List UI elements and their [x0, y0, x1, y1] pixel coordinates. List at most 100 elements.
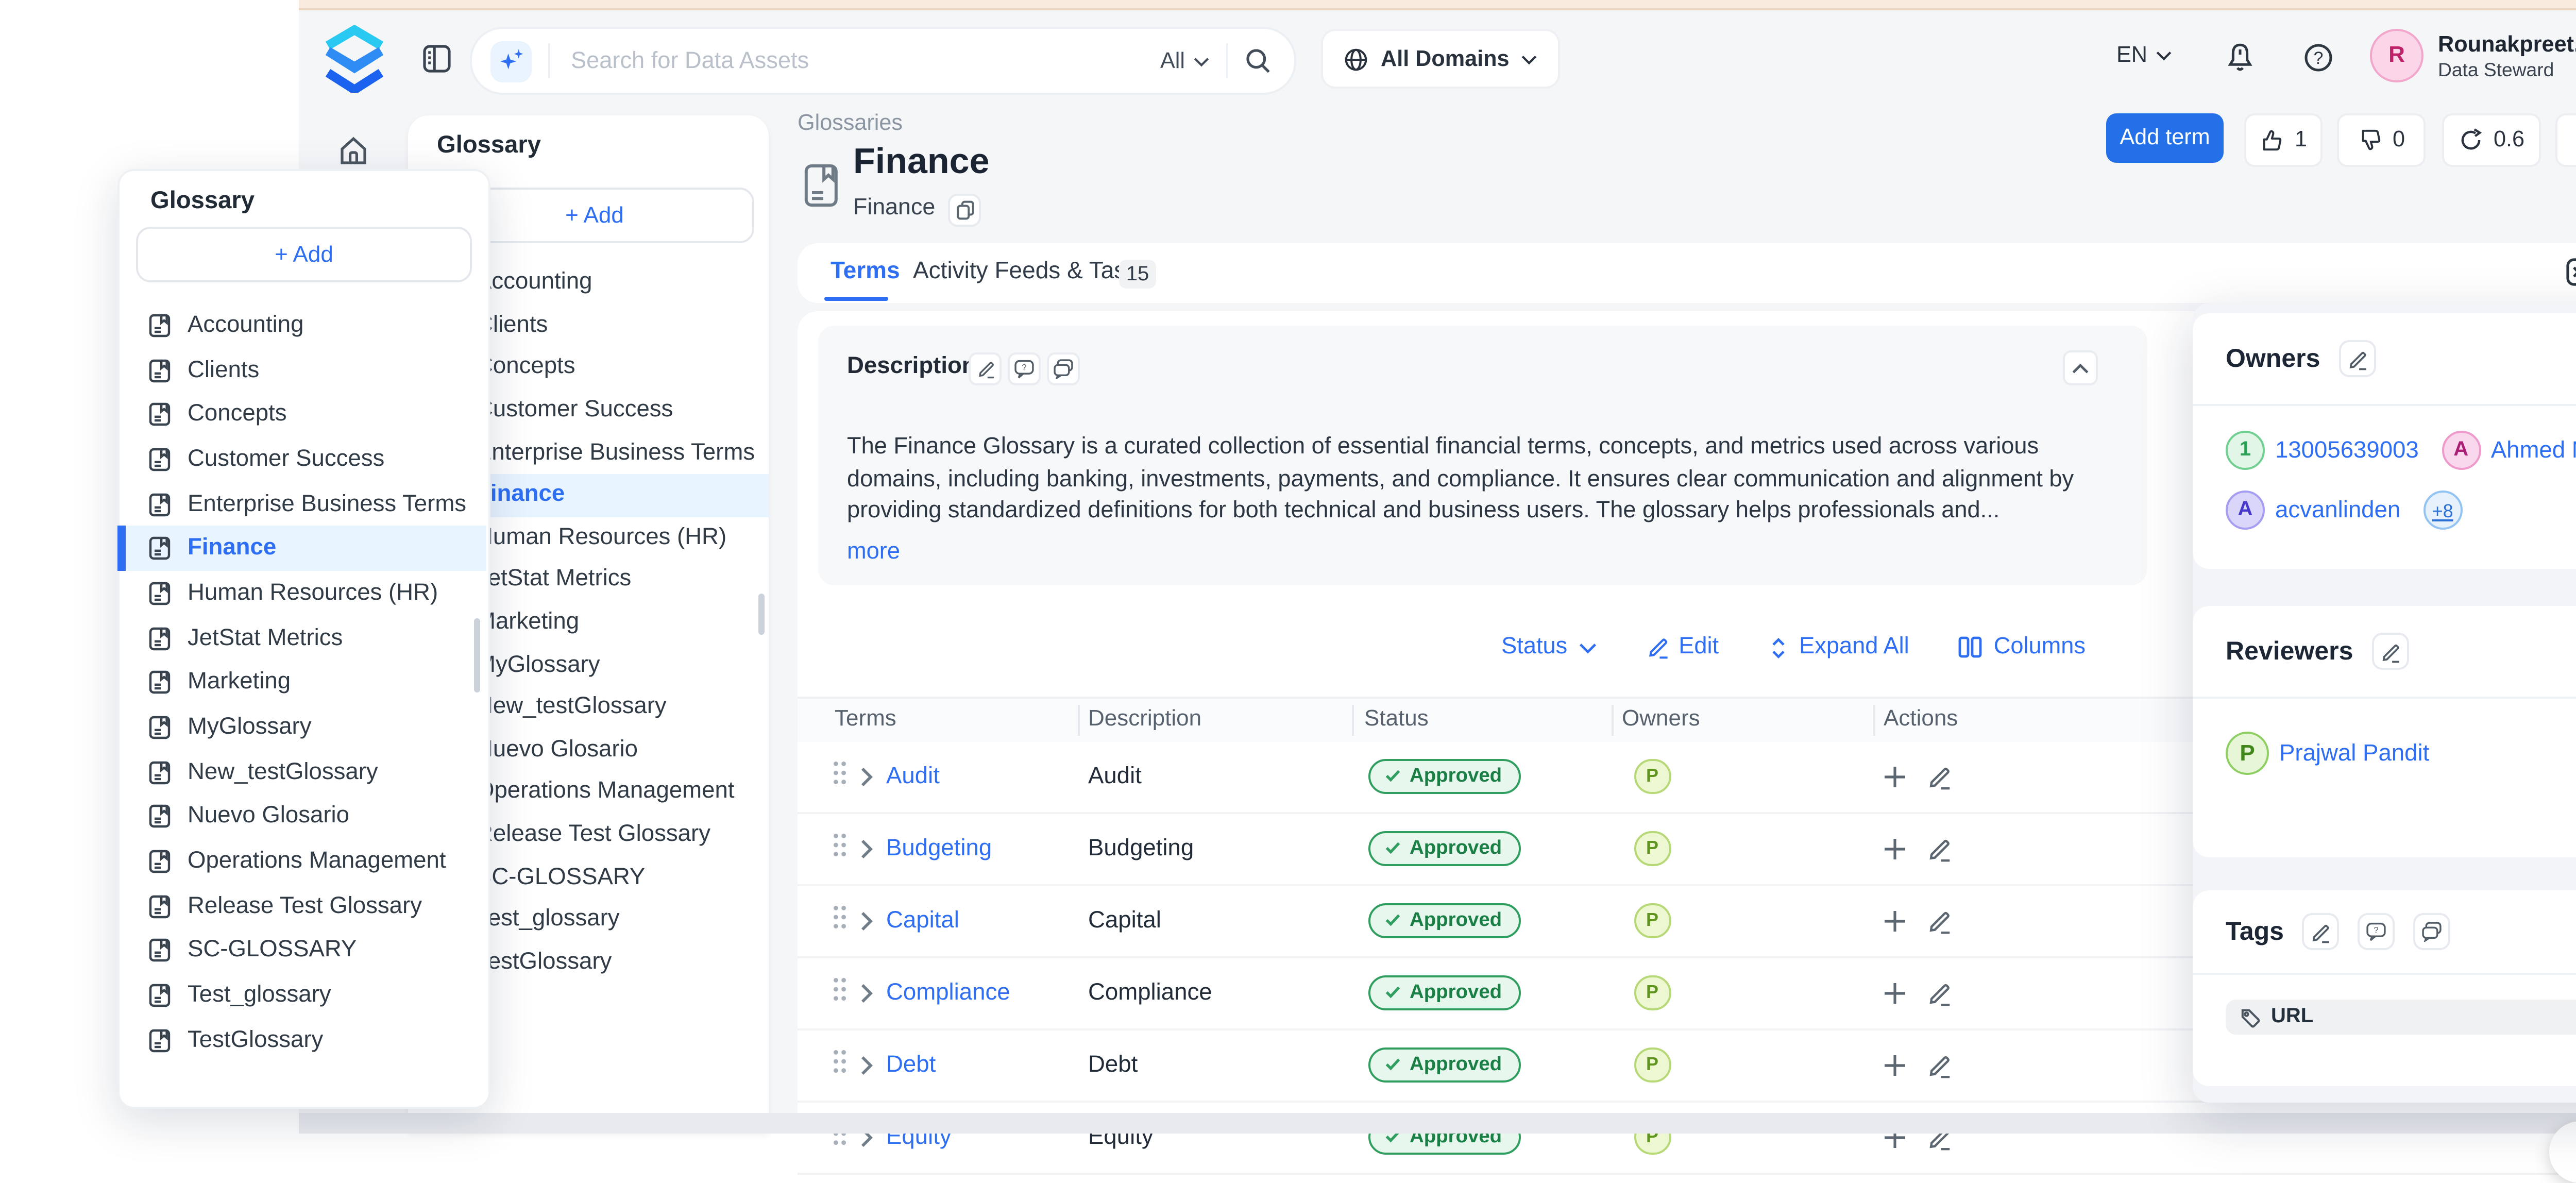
- popup-glossary-item[interactable]: Test_glossary: [117, 973, 486, 1018]
- expand-all-button[interactable]: Expand All: [1768, 634, 1909, 661]
- drag-handle[interactable]: [833, 902, 847, 939]
- expand-row-button[interactable]: [859, 838, 874, 858]
- popup-glossary-item[interactable]: Clients: [117, 348, 486, 393]
- owner-avatar[interactable]: P: [1634, 902, 1670, 938]
- global-search-bar[interactable]: All: [470, 27, 1296, 95]
- edit-term-button[interactable]: [1927, 907, 1952, 934]
- column-header-terms[interactable]: Terms: [835, 707, 896, 732]
- downvote-button[interactable]: 0: [2337, 113, 2426, 167]
- drag-handle[interactable]: [833, 1046, 847, 1083]
- tag-conversations-button[interactable]: [2414, 913, 2451, 950]
- edit-tags-button[interactable]: [2302, 913, 2340, 950]
- drag-handle[interactable]: [833, 830, 847, 867]
- expand-row-button[interactable]: [859, 910, 874, 931]
- popup-glossary-item[interactable]: New_testGlossary: [117, 750, 486, 795]
- collapse-description-button[interactable]: [2063, 350, 2098, 385]
- drag-handle[interactable]: [833, 974, 847, 1011]
- column-header-status[interactable]: Status: [1364, 707, 1429, 732]
- more-actions-button[interactable]: [2555, 113, 2576, 167]
- owner-avatar[interactable]: P: [1634, 758, 1670, 794]
- term-link[interactable]: Capital: [886, 908, 959, 933]
- term-link[interactable]: Debt: [886, 1052, 936, 1077]
- ai-sparkle-icon[interactable]: [490, 40, 532, 81]
- popup-glossary-item[interactable]: TestGlossary: [117, 1018, 486, 1063]
- app-logo[interactable]: [324, 25, 385, 103]
- request-description-button[interactable]: ?: [1008, 352, 1041, 385]
- breadcrumb[interactable]: Glossaries: [798, 111, 903, 136]
- add-child-term-button[interactable]: [1882, 1051, 1908, 1078]
- search-input[interactable]: [567, 46, 1160, 75]
- copy-name-button[interactable]: [948, 194, 981, 227]
- column-header-actions[interactable]: Actions: [1884, 707, 1958, 732]
- more-owners-chip[interactable]: +8: [2423, 491, 2462, 530]
- popup-glossary-item[interactable]: Marketing: [117, 661, 486, 705]
- status-filter-dropdown[interactable]: Status: [1501, 635, 1596, 660]
- tab-terms[interactable]: Terms: [831, 260, 900, 284]
- tag-chip[interactable]: URL: [2226, 1000, 2576, 1035]
- collapse-right-panel-button[interactable]: [2566, 258, 2576, 297]
- language-selector[interactable]: EN: [2116, 43, 2172, 68]
- popup-glossary-item[interactable]: Finance: [117, 527, 486, 571]
- popup-glossary-item[interactable]: MyGlossary: [117, 705, 486, 750]
- upvote-button[interactable]: 1: [2244, 113, 2323, 167]
- add-child-term-button[interactable]: [1882, 979, 1908, 1006]
- popup-scrollbar[interactable]: [473, 618, 480, 692]
- popup-glossary-item[interactable]: Human Resources (HR): [117, 571, 486, 616]
- edit-owners-button[interactable]: [2338, 340, 2376, 377]
- expand-row-button[interactable]: [859, 1054, 874, 1075]
- owner-entry[interactable]: AAhmed Mohamed: [2442, 431, 2576, 470]
- edit-reviewers-button[interactable]: [2371, 633, 2409, 670]
- edit-table-button[interactable]: Edit: [1646, 635, 1719, 660]
- edit-term-button[interactable]: [1927, 763, 1952, 789]
- search-scope-dropdown[interactable]: All: [1160, 48, 1210, 73]
- edit-description-button[interactable]: [969, 352, 1002, 385]
- expand-row-button[interactable]: [859, 982, 874, 1003]
- user-link[interactable]: acvanlinden: [2275, 498, 2400, 522]
- search-submit-button[interactable]: [1245, 47, 1272, 74]
- help-button[interactable]: ?: [2304, 43, 2333, 82]
- add-term-button[interactable]: Add term: [2106, 113, 2224, 163]
- columns-button[interactable]: Columns: [1959, 635, 2086, 660]
- owner-avatar[interactable]: P: [1634, 974, 1670, 1010]
- add-child-term-button[interactable]: [1882, 907, 1908, 934]
- user-link[interactable]: Ahmed Mohamed: [2491, 438, 2576, 463]
- edit-term-button[interactable]: [1927, 835, 1952, 861]
- user-avatar[interactable]: R: [2370, 29, 2424, 82]
- popup-add-glossary-button[interactable]: + Add: [136, 227, 472, 282]
- add-child-term-button[interactable]: [1882, 763, 1908, 789]
- term-link[interactable]: Compliance: [886, 980, 1010, 1005]
- popup-glossary-item[interactable]: Concepts: [117, 393, 486, 437]
- notifications-button[interactable]: [2226, 41, 2255, 84]
- popup-glossary-item[interactable]: Customer Success: [117, 437, 486, 482]
- popup-glossary-item[interactable]: Release Test Glossary: [117, 884, 486, 929]
- tab-activity-feeds[interactable]: Activity Feeds & Tasks: [913, 260, 1149, 284]
- column-header-description[interactable]: Description: [1088, 707, 1201, 732]
- owner-avatar[interactable]: P: [1634, 1046, 1670, 1083]
- owner-entry[interactable]: 113005639003: [2226, 431, 2431, 470]
- drag-handle[interactable]: [833, 757, 847, 795]
- add-child-term-button[interactable]: [1882, 835, 1908, 861]
- reviewer-entry[interactable]: PPrajwal Pandit: [2226, 732, 2442, 775]
- comments-button[interactable]: [1047, 352, 1080, 385]
- edit-term-button[interactable]: [1927, 979, 1952, 1006]
- column-header-owners[interactable]: Owners: [1622, 707, 1700, 732]
- description-more-link[interactable]: more: [847, 540, 900, 565]
- domains-dropdown[interactable]: All Domains: [1323, 31, 1559, 87]
- edit-term-button[interactable]: [1927, 1051, 1952, 1078]
- popup-glossary-item[interactable]: Nuevo Glosario: [117, 795, 486, 839]
- collapse-left-panel-button[interactable]: [422, 43, 451, 84]
- term-link[interactable]: Budgeting: [886, 836, 992, 860]
- expand-row-button[interactable]: [859, 766, 874, 786]
- popup-glossary-item[interactable]: Accounting: [117, 303, 486, 348]
- term-link[interactable]: Audit: [886, 764, 940, 788]
- popup-glossary-item[interactable]: JetStat Metrics: [117, 616, 486, 661]
- popup-glossary-item[interactable]: SC-GLOSSARY: [117, 929, 486, 974]
- user-link[interactable]: Prajwal Pandit: [2279, 741, 2429, 766]
- owner-avatar[interactable]: P: [1634, 830, 1670, 866]
- sidebar-scrollbar[interactable]: [757, 594, 765, 635]
- version-button[interactable]: 0.6: [2442, 113, 2541, 167]
- request-tags-button[interactable]: ?: [2358, 913, 2395, 950]
- owner-entry[interactable]: Aacvanlinden: [2226, 491, 2413, 530]
- popup-glossary-item[interactable]: Enterprise Business Terms: [117, 482, 486, 527]
- popup-glossary-item[interactable]: Operations Management: [117, 839, 486, 884]
